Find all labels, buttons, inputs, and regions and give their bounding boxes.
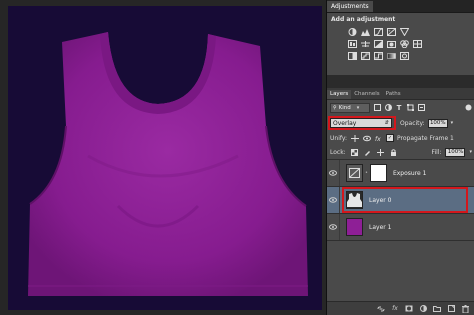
selective-color-icon[interactable] — [399, 51, 409, 60]
black-white-icon[interactable] — [373, 39, 383, 48]
unify-style-icon[interactable]: fx — [374, 134, 383, 142]
hue-saturation-icon[interactable] — [347, 39, 357, 48]
layer-name[interactable]: Exposure 1 — [393, 170, 427, 177]
adjustment-icons-row-1: + — [331, 27, 471, 36]
propagate-frame-label: Propagate Frame 1 — [397, 134, 454, 142]
layers-panel: Layers Channels Paths ⚲ Kind ▾ T Overlay… — [327, 88, 474, 315]
document-canvas[interactable] — [8, 6, 322, 310]
canvas-area — [0, 0, 326, 315]
opacity-field[interactable]: 100% — [427, 118, 448, 128]
layer-row-exposure-1[interactable]: • Exposure 1 — [327, 160, 474, 187]
pixel-filter-icon[interactable] — [373, 104, 381, 112]
lock-position-icon[interactable] — [376, 148, 385, 156]
new-adjustment-layer-icon[interactable] — [419, 305, 427, 313]
layer-filter-row: ⚲ Kind ▾ T — [327, 100, 474, 115]
trash-icon[interactable] — [461, 304, 469, 313]
chevron-down-icon: ▾ — [356, 104, 360, 111]
curves-icon[interactable] — [373, 27, 383, 36]
levels-icon[interactable] — [360, 27, 370, 36]
layers-bottom-toolbar: fx — [327, 301, 474, 315]
filter-toggle-icon[interactable] — [464, 104, 472, 112]
adjustment-filter-icon[interactable] — [384, 104, 392, 112]
eye-icon[interactable] — [327, 187, 340, 213]
layer-1-thumbnail — [346, 218, 363, 236]
fx-icon[interactable]: fx — [391, 305, 399, 313]
brightness-contrast-icon[interactable] — [347, 27, 357, 36]
kind-filter-label: Kind — [338, 104, 351, 111]
photoshop-window: Adjustments Add an adjustment + Layers C… — [0, 0, 474, 315]
smart-object-filter-icon[interactable] — [417, 104, 425, 112]
right-panels: Adjustments Add an adjustment + Layers C… — [326, 0, 474, 315]
unify-label: Unify: — [330, 134, 348, 142]
eye-icon[interactable] — [327, 214, 340, 240]
svg-text:+: + — [388, 29, 391, 33]
invert-icon[interactable] — [347, 51, 357, 60]
threshold-icon[interactable] — [373, 51, 383, 60]
layer-mask-thumbnail[interactable] — [369, 164, 387, 182]
search-icon: ⚲ — [333, 104, 337, 111]
tab-paths[interactable]: Paths — [383, 90, 404, 99]
layer-row-layer-0[interactable]: Layer 0 — [327, 187, 474, 214]
unify-row: Unify: fx ✓ Propagate Frame 1 — [327, 131, 474, 145]
blend-opacity-row: Overlay ⇵ Opacity: 100% ▾ — [327, 115, 474, 131]
add-mask-icon[interactable] — [405, 305, 413, 313]
type-filter-icon[interactable]: T — [395, 104, 403, 112]
vibrance-icon[interactable] — [399, 27, 409, 36]
tab-layers[interactable]: Layers — [327, 90, 352, 99]
lock-transparent-icon[interactable] — [350, 148, 359, 156]
fill-label: Fill: — [431, 148, 442, 156]
posterize-icon[interactable] — [360, 51, 370, 60]
lock-image-icon[interactable] — [363, 148, 372, 156]
lock-all-icon[interactable] — [389, 148, 398, 156]
fill-dropdown-icon[interactable]: ▾ — [469, 149, 472, 155]
tab-channels[interactable]: Channels — [351, 90, 382, 99]
fill-field[interactable]: 100% — [445, 147, 466, 157]
link-layers-icon[interactable] — [377, 305, 385, 313]
adjustment-icons-row-2 — [331, 39, 471, 48]
layers-tabbar: Layers Channels Paths — [327, 88, 474, 100]
photo-filter-icon[interactable] — [386, 39, 396, 48]
layer-0-highlight — [342, 187, 468, 213]
adjustments-panel: Add an adjustment + — [327, 13, 474, 75]
kind-filter-select[interactable]: ⚲ Kind ▾ — [330, 102, 370, 113]
exposure-icon[interactable]: + — [386, 27, 396, 36]
eye-icon[interactable] — [327, 160, 340, 186]
adjustments-title: Add an adjustment — [331, 16, 396, 23]
lock-row: Lock: Fill: 100% ▾ — [327, 145, 474, 160]
propagate-frame-checkbox[interactable]: ✓ — [386, 134, 395, 142]
new-group-icon[interactable] — [433, 305, 441, 313]
gradient-map-icon[interactable] — [386, 51, 396, 60]
unify-position-icon[interactable] — [350, 134, 359, 142]
exposure-adjustment-thumbnail-icon — [346, 164, 363, 182]
adjustment-icons-row-3 — [331, 51, 471, 60]
tab-adjustments[interactable]: Adjustments — [327, 1, 373, 12]
lock-label: Lock: — [330, 148, 346, 156]
layer-name[interactable]: Layer 1 — [369, 224, 391, 231]
blend-mode-highlight — [328, 116, 396, 130]
shirt-image — [28, 32, 308, 296]
opacity-dropdown-icon[interactable]: ▾ — [451, 120, 454, 126]
color-lookup-icon[interactable] — [412, 39, 422, 48]
opacity-label: Opacity: — [400, 119, 425, 127]
shape-filter-icon[interactable] — [406, 104, 414, 112]
new-layer-icon[interactable] — [447, 305, 455, 313]
color-balance-icon[interactable] — [360, 39, 370, 48]
unify-visibility-icon[interactable] — [362, 134, 371, 142]
layer-row-layer-1[interactable]: Layer 1 — [327, 214, 474, 241]
adjustments-tabbar: Adjustments — [327, 0, 474, 13]
chain-link-icon: • — [365, 170, 368, 176]
svg-text:fx: fx — [375, 136, 381, 142]
channel-mixer-icon[interactable] — [399, 39, 409, 48]
